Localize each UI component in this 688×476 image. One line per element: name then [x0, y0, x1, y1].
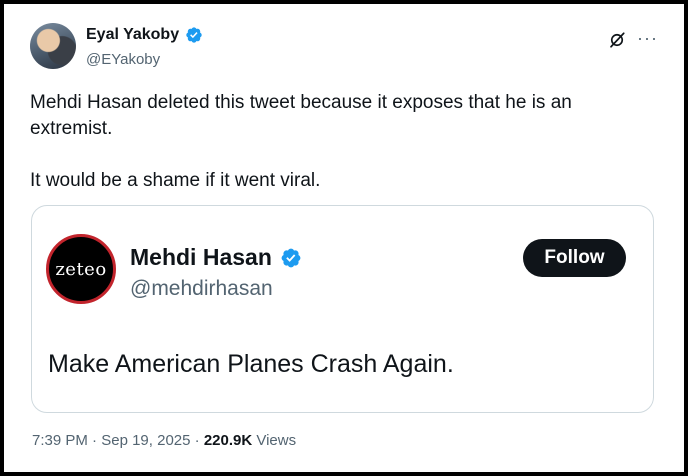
- zeteo-logo: zeteo: [55, 258, 107, 280]
- quoted-author-avatar[interactable]: zeteo: [46, 234, 116, 304]
- quoted-tweet-text: Make American Planes Crash Again.: [48, 350, 454, 378]
- author-display-name[interactable]: Eyal Yakoby: [86, 26, 179, 44]
- verified-badge-icon: [186, 27, 202, 43]
- quoted-author-display-name[interactable]: Mehdi Hasan: [130, 244, 272, 271]
- tweet-metadata: 7:39 PM · Sep 19, 2025 · 220.9K Views: [32, 432, 296, 449]
- meta-separator: ·: [92, 432, 98, 449]
- tweet-paragraph: Mehdi Hasan deleted this tweet because i…: [30, 92, 572, 139]
- quoted-author-handle[interactable]: @mehdirhasan: [130, 277, 273, 301]
- views-count: 220.9K: [203, 432, 253, 449]
- verified-badge-icon: [281, 248, 301, 267]
- more-options-icon[interactable]: ···: [637, 29, 658, 47]
- follow-button[interactable]: Follow: [523, 239, 626, 277]
- tweet-text: Mehdi Hasan deleted this tweet because i…: [30, 90, 630, 194]
- quoted-tweet[interactable]: zeteo Mehdi Hasan @mehdirhasan Follow Ma…: [31, 205, 654, 413]
- views-label: Views: [256, 432, 297, 449]
- tweet-paragraph: It would be a shame if it went viral.: [30, 170, 321, 191]
- quoted-author-name-row: Mehdi Hasan: [130, 244, 302, 271]
- tweet-card: Eyal Yakoby @EYakoby ··· Mehdi Hasan del…: [4, 4, 684, 472]
- grok-icon[interactable]: [608, 31, 626, 49]
- author-name-row: Eyal Yakoby: [86, 26, 203, 44]
- author-avatar[interactable]: [30, 23, 76, 69]
- author-handle[interactable]: @EYakoby: [86, 51, 160, 68]
- meta-separator: ·: [194, 432, 200, 449]
- tweet-date[interactable]: Sep 19, 2025: [101, 432, 190, 449]
- tweet-time[interactable]: 7:39 PM: [32, 432, 88, 449]
